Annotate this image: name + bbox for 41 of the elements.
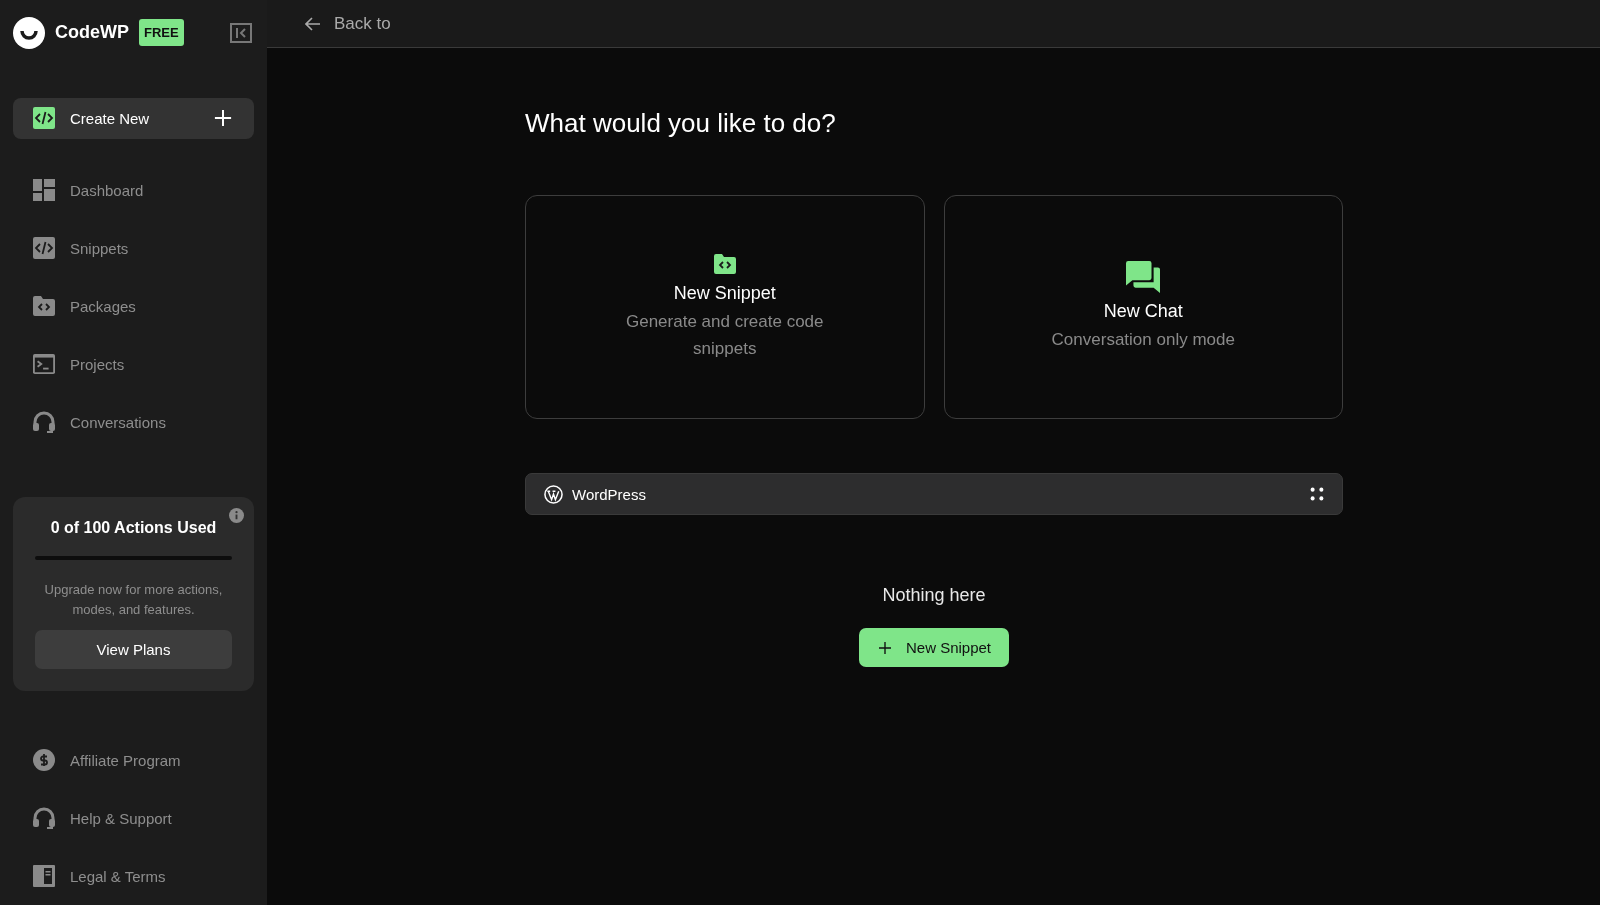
code-icon <box>33 237 55 259</box>
platform-label: WordPress <box>572 485 647 503</box>
new-snippet-button[interactable]: New Snippet <box>858 628 1010 667</box>
brand-name: CodeWP <box>55 22 129 44</box>
document-icon <box>33 865 55 887</box>
upgrade-text: Upgrade now for more actions, modes, and features. <box>43 581 224 619</box>
code-folder-icon <box>33 295 55 317</box>
nav-item[interactable]: Conversations <box>13 393 254 451</box>
dashboard-icon <box>33 179 55 201</box>
nav-item[interactable]: Dashboard <box>13 161 254 219</box>
nav-item[interactable]: Packages <box>13 277 254 335</box>
view-plans-button[interactable]: View Plans <box>35 630 232 669</box>
usage-title: 0 of 100 Actions Used <box>50 519 217 537</box>
platform-bar[interactable]: WordPress <box>525 473 1343 515</box>
code-folder-icon <box>713 252 736 275</box>
collapse-sidebar-icon[interactable] <box>230 22 252 43</box>
plus-icon <box>214 109 232 128</box>
arrow-left-icon <box>305 16 321 31</box>
nav-item[interactable]: Projects <box>13 335 254 393</box>
nav-item[interactable]: Snippets <box>13 219 254 277</box>
headset-icon <box>33 411 55 433</box>
code-icon <box>33 107 55 130</box>
nav-item[interactable]: Affiliate Program <box>13 731 254 789</box>
empty-message: Nothing here <box>882 585 986 606</box>
terminal-icon <box>33 353 55 375</box>
back-link[interactable]: Back to <box>305 13 391 34</box>
info-icon[interactable] <box>229 508 244 523</box>
nav-item[interactable]: Legal & Terms <box>13 847 254 905</box>
option-card[interactable]: New Chat Conversation only mode <box>943 195 1343 419</box>
dollar-coin-icon <box>33 749 55 771</box>
grid-dots-icon[interactable] <box>1310 487 1324 501</box>
wordpress-logo-icon <box>544 484 563 504</box>
smiley-logo-icon <box>13 16 45 49</box>
page-heading: What would you like to do? <box>525 108 837 139</box>
plus-icon <box>878 641 891 654</box>
option-card[interactable]: New Snippet Generate and create code snippets <box>525 195 925 419</box>
headset-icon <box>33 807 55 829</box>
create-new-button[interactable]: Create New <box>13 97 254 139</box>
chat-bubbles-icon <box>1126 261 1161 293</box>
plan-badge: FREE <box>139 19 184 47</box>
nav-item[interactable]: Help & Support <box>13 789 254 847</box>
